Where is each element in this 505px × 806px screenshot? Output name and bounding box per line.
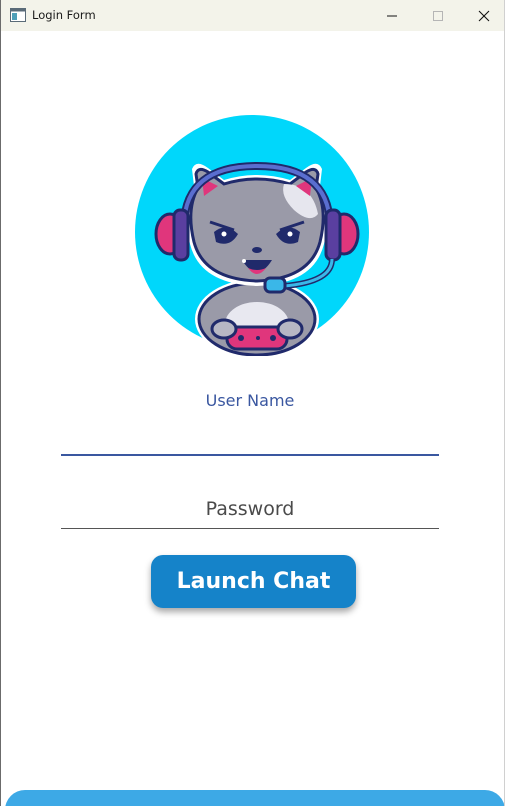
password-input[interactable] — [61, 490, 439, 529]
minimize-icon — [387, 15, 397, 16]
title-bar[interactable]: Login Form — [1, 0, 504, 31]
footer-bar — [5, 790, 504, 806]
app-window-icon — [10, 8, 26, 22]
launch-chat-button[interactable]: Launch Chat — [151, 555, 356, 608]
close-button[interactable] — [461, 0, 504, 31]
close-icon — [478, 10, 490, 21]
maximize-icon — [433, 10, 443, 21]
login-form-window: Login Form User Name Launch Chat — [0, 0, 505, 806]
window-title: Login Form — [32, 8, 96, 22]
username-input[interactable] — [61, 420, 439, 456]
maximize-button[interactable] — [415, 0, 461, 31]
username-label: User Name — [205, 391, 295, 410]
gamer-cat-avatar-icon — [135, 115, 369, 356]
minimize-button[interactable] — [369, 0, 415, 31]
launch-chat-label: Launch Chat — [176, 569, 331, 594]
